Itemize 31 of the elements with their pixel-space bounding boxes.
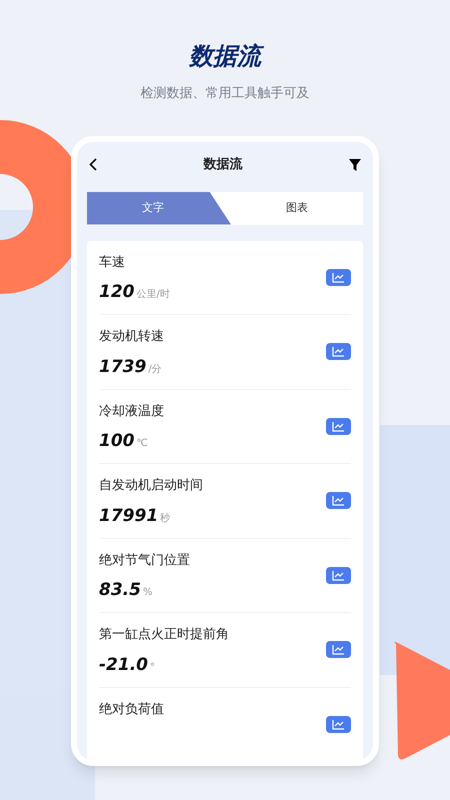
line-chart-icon[interactable] — [326, 566, 351, 584]
item-label: 发动机转速 — [99, 328, 164, 346]
item-label: 绝对节气门位置 — [99, 552, 190, 570]
item-unit: 公里/时 — [136, 288, 170, 302]
item-label: 自发动机启动时间 — [99, 477, 203, 495]
screen-title: 数据流 — [204, 156, 242, 174]
item-unit: % — [142, 586, 152, 600]
line-chart-icon[interactable] — [326, 492, 351, 510]
line-chart-icon[interactable] — [326, 268, 351, 286]
item-value: 17991 — [99, 504, 158, 528]
item-label: 冷却液温度 — [99, 402, 164, 420]
item-unit: ° — [150, 660, 155, 674]
item-unit: 秒 — [160, 512, 170, 526]
line-chart-icon[interactable] — [326, 343, 351, 360]
item-label: 车速 — [99, 254, 126, 272]
back-button[interactable] — [89, 158, 97, 171]
filter-icon[interactable] — [349, 158, 361, 170]
item-value: 83.5 — [99, 579, 141, 602]
item-value: 100 — [99, 430, 134, 453]
line-chart-icon[interactable] — [326, 418, 351, 435]
item-value: -21.0 — [99, 654, 148, 676]
item-label: 第一缸点火正时提前角 — [99, 626, 229, 644]
item-unit: ℃ — [136, 437, 148, 451]
item-value: 120 — [99, 281, 134, 304]
item-label: 绝对负荷值 — [99, 700, 164, 718]
item-value: 1739 — [99, 356, 146, 378]
tab[interactable]: 文字 — [87, 192, 231, 224]
item-unit: /分 — [148, 362, 162, 376]
line-chart-icon[interactable] — [326, 716, 351, 733]
page-subtitle: 检测数据、常用工具触手可及 — [140, 85, 310, 103]
line-chart-icon[interactable] — [326, 641, 351, 658]
